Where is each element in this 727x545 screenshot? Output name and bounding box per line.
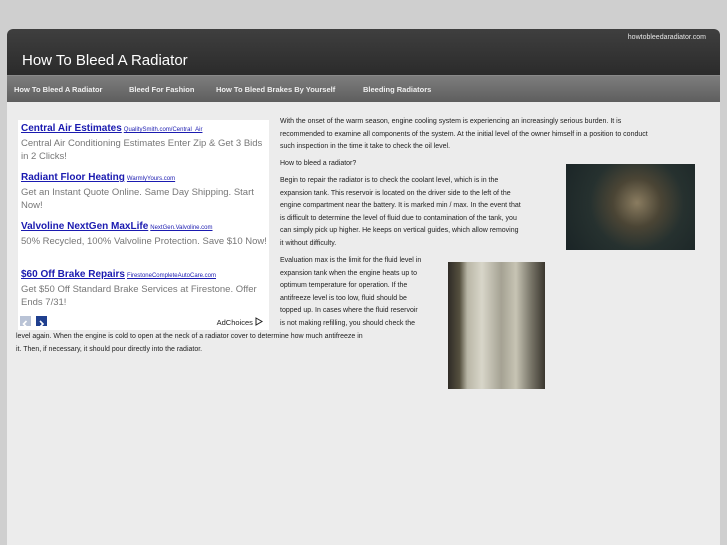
radiator-image [448, 262, 545, 389]
ad-url[interactable]: FirestoneCompleteAutoCare.com [127, 273, 216, 279]
ad-description: Get $50 Off Standard Brake Services at F… [21, 284, 257, 308]
text-line: Evaluation max is the limit for the flui… [280, 257, 422, 264]
radiator-cap-image [566, 164, 695, 250]
text-line: optimum temperature for operation. If th… [280, 282, 408, 289]
page-container: howtobleedaradiator.com How To Bleed A R… [7, 29, 720, 545]
ad-item: Central Air Estimates QualitySmith.com/Ce… [21, 123, 267, 163]
text-line: is not making refilling, you should chec… [280, 319, 416, 327]
nav-link-bleeding-radiators[interactable]: Bleeding Radiators [363, 85, 431, 94]
ad-block: Central Air Estimates QualitySmith.com/Ce… [18, 120, 269, 330]
text-line: Begin to repair the radiator is to check… [280, 177, 499, 184]
text-line: such inspection in the time it take to c… [280, 143, 451, 150]
nav-link-how-to-bleed-a-radiator[interactable]: How To Bleed A Radiator [14, 85, 102, 94]
ad-headline[interactable]: Radiant Floor Heating [21, 172, 125, 183]
text-line: engine compartment near the battery. It … [280, 202, 521, 209]
ad-headline[interactable]: Central Air Estimates [21, 123, 122, 134]
chevron-left-icon [22, 320, 28, 328]
adchoices-link[interactable]: AdChoices [217, 317, 263, 327]
ad-next-button[interactable] [36, 316, 48, 328]
ad-description: Get an Instant Quote Online. Same Day Sh… [21, 187, 254, 211]
article-intro: With the onset of the warm season, engin… [280, 116, 712, 154]
top-band [0, 0, 727, 22]
ad-item: $60 Off Brake Repairs FirestoneCompleteAu… [21, 269, 267, 309]
ad-url[interactable]: NextGen.Valvoline.com [150, 225, 212, 231]
adchoices-icon [255, 317, 263, 326]
main-nav: How To Bleed A Radiator Bleed For Fashio… [7, 75, 720, 102]
ad-item: Valvoline NextGen MaxLife NextGen.Valvoli… [21, 221, 267, 248]
text-line: recommended to examine all components of… [280, 130, 648, 138]
ad-item: Radiant Floor Heating WarmlyYours.com Get… [21, 172, 267, 212]
text-line: it. Then, if necessary, it should pour d… [16, 345, 203, 353]
text-line: topped up. In cases where the fluid rese… [280, 307, 418, 314]
article-paragraph-2: Begin to repair the radiator is to check… [280, 175, 562, 250]
nav-link-bleed-brakes-yourself[interactable]: How To Bleed Brakes By Yourself [216, 85, 335, 94]
text-line: expansion tank when the engine heats up … [280, 269, 417, 277]
chevron-right-icon [39, 320, 45, 328]
article-question: How to bleed a radiator? [280, 160, 357, 167]
site-title[interactable]: How To Bleed A Radiator [22, 52, 188, 69]
article-paragraph-3: Evaluation max is the limit for the flui… [280, 255, 445, 330]
adchoices-label: AdChoices [216, 318, 253, 327]
site-header: howtobleedaradiator.com How To Bleed A R… [7, 29, 720, 75]
ad-description: Central Air Conditioning Estimates Enter… [21, 138, 263, 162]
text-line: expansion tank. This reservoir is locate… [280, 189, 511, 197]
text-line: antifreeze level is too low, fluid shoul… [280, 294, 407, 302]
ad-prev-button[interactable] [20, 316, 31, 328]
text-line: is difficult to determine the level of f… [280, 214, 517, 222]
ad-url[interactable]: WarmlyYours.com [127, 176, 175, 182]
nav-link-bleed-for-fashion[interactable]: Bleed For Fashion [129, 85, 194, 94]
ad-headline[interactable]: Valvoline NextGen MaxLife [21, 221, 148, 232]
ad-url[interactable]: QualitySmith.com/Central_Air [124, 127, 203, 133]
ad-headline[interactable]: $60 Off Brake Repairs [21, 269, 125, 280]
ad-description: 50% Recycled, 100% Valvoline Protection.… [21, 236, 267, 247]
site-domain: howtobleedaradiator.com [627, 34, 706, 41]
text-line: can simply pick up higher. He keeps on v… [280, 227, 519, 234]
text-line: level again. When the engine is cold to … [16, 333, 363, 340]
article-paragraph-4: level again. When the engine is cold to … [16, 331, 446, 356]
text-line: it without difficulty. [280, 239, 337, 247]
text-line: With the onset of the warm season, engin… [280, 118, 622, 125]
